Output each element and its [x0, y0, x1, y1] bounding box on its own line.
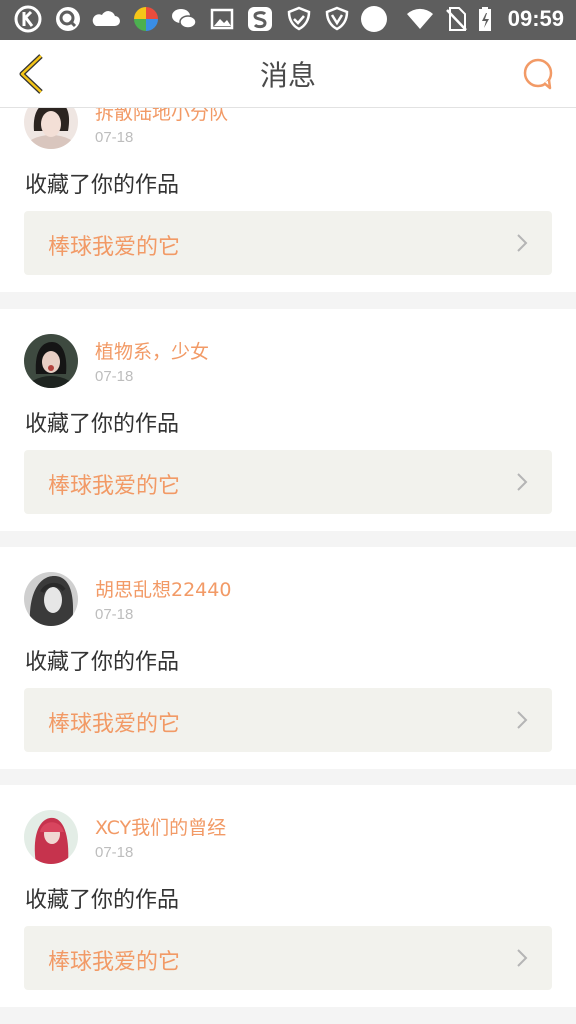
status-bar: 09:59 [0, 0, 576, 40]
avatar[interactable] [24, 108, 78, 149]
message-card: 胡思乱想22440 07-18 收藏了你的作品 棒球我爱的它 [0, 547, 576, 769]
message-card: 植物系，少女 07-18 收藏了你的作品 棒球我爱的它 [0, 309, 576, 531]
work-link[interactable]: 棒球我爱的它 [24, 211, 552, 275]
message-card: 拆散陆地小分队 07-18 收藏了你的作品 棒球我爱的它 [0, 108, 576, 292]
work-title: 棒球我爱的它 [48, 712, 181, 737]
message-date: 07-18 [95, 368, 134, 385]
s-app-icon [248, 7, 272, 31]
k-app-icon [14, 5, 42, 33]
action-text: 收藏了你的作品 [25, 888, 180, 913]
shield-v-icon [325, 6, 349, 31]
shield-check-icon [287, 6, 311, 31]
page-title: 消息 [259, 59, 316, 92]
message-date: 07-18 [95, 606, 134, 623]
user-name[interactable]: 胡思乱想22440 [95, 575, 231, 602]
image-icon [210, 8, 234, 30]
top-nav-bar: 消息 [0, 40, 576, 108]
message-date: 07-18 [95, 129, 134, 146]
circle-icon [361, 6, 387, 32]
wechat-icon [172, 9, 197, 29]
work-title: 棒球我爱的它 [48, 474, 181, 499]
action-text: 收藏了你的作品 [25, 412, 180, 437]
wifi-icon [407, 8, 433, 29]
battery-icon [479, 7, 491, 31]
no-sim-icon [446, 7, 467, 31]
status-time: 09:59 [507, 6, 564, 31]
chevron-right-icon [517, 473, 528, 491]
chat-bubble-icon[interactable] [520, 56, 556, 92]
user-name[interactable]: 植物系，少女 [95, 337, 209, 364]
message-list[interactable]: 拆散陆地小分队 07-18 收藏了你的作品 棒球我爱的它 植物系，少女 07-1… [0, 108, 576, 1024]
cloud-icon [92, 11, 120, 26]
avatar[interactable] [24, 334, 78, 388]
work-link[interactable]: 棒球我爱的它 [24, 688, 552, 752]
chevron-right-icon [517, 234, 528, 252]
work-title: 棒球我爱的它 [48, 950, 181, 975]
q-app-icon [56, 7, 80, 31]
pinwheel-app-icon [134, 7, 158, 31]
message-date: 07-18 [95, 844, 134, 861]
work-link[interactable]: 棒球我爱的它 [24, 926, 552, 990]
chevron-right-icon [517, 711, 528, 729]
action-text: 收藏了你的作品 [25, 173, 180, 198]
message-card: XCY我们的曾经 07-18 收藏了你的作品 棒球我爱的它 [0, 785, 576, 1007]
action-text: 收藏了你的作品 [25, 650, 180, 675]
user-name[interactable]: 拆散陆地小分队 [95, 108, 228, 125]
chevron-right-icon [517, 949, 528, 967]
work-title: 棒球我爱的它 [48, 235, 181, 260]
work-link[interactable]: 棒球我爱的它 [24, 450, 552, 514]
avatar[interactable] [24, 810, 78, 864]
user-name[interactable]: XCY我们的曾经 [95, 813, 226, 840]
avatar[interactable] [24, 572, 78, 626]
